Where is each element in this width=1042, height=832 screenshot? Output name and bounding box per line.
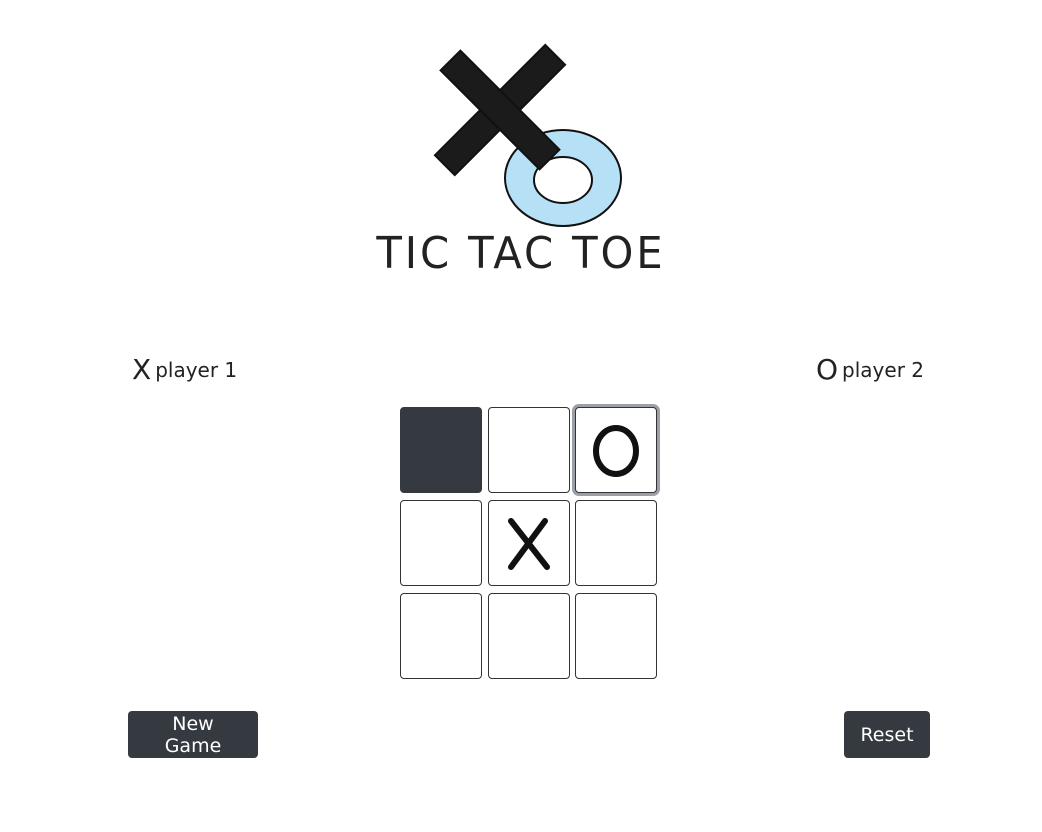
board-cell[interactable]	[488, 593, 570, 679]
new-game-button[interactable]: New Game	[128, 711, 258, 758]
x-mark-icon	[508, 518, 550, 570]
board-cell[interactable]	[488, 407, 570, 493]
board-cell[interactable]	[575, 407, 657, 493]
board-cell[interactable]	[400, 500, 482, 586]
player-2-indicator: O player 2	[816, 356, 924, 384]
game-title: TIC TAC TOE	[376, 228, 666, 279]
board-cell[interactable]	[400, 593, 482, 679]
reset-button[interactable]: Reset	[844, 711, 930, 758]
player-1-label: player 1	[155, 358, 238, 382]
player-2-label: player 2	[842, 358, 924, 382]
o-icon: O	[816, 353, 839, 386]
board-cell[interactable]	[400, 407, 482, 493]
game-logo	[433, 43, 622, 227]
board-cell[interactable]	[575, 500, 657, 586]
player-1-indicator: X player 1	[132, 356, 237, 384]
board-cell[interactable]	[575, 593, 657, 679]
board-cell[interactable]	[488, 500, 570, 586]
x-icon: X	[132, 353, 152, 386]
o-mark-icon	[593, 425, 639, 477]
